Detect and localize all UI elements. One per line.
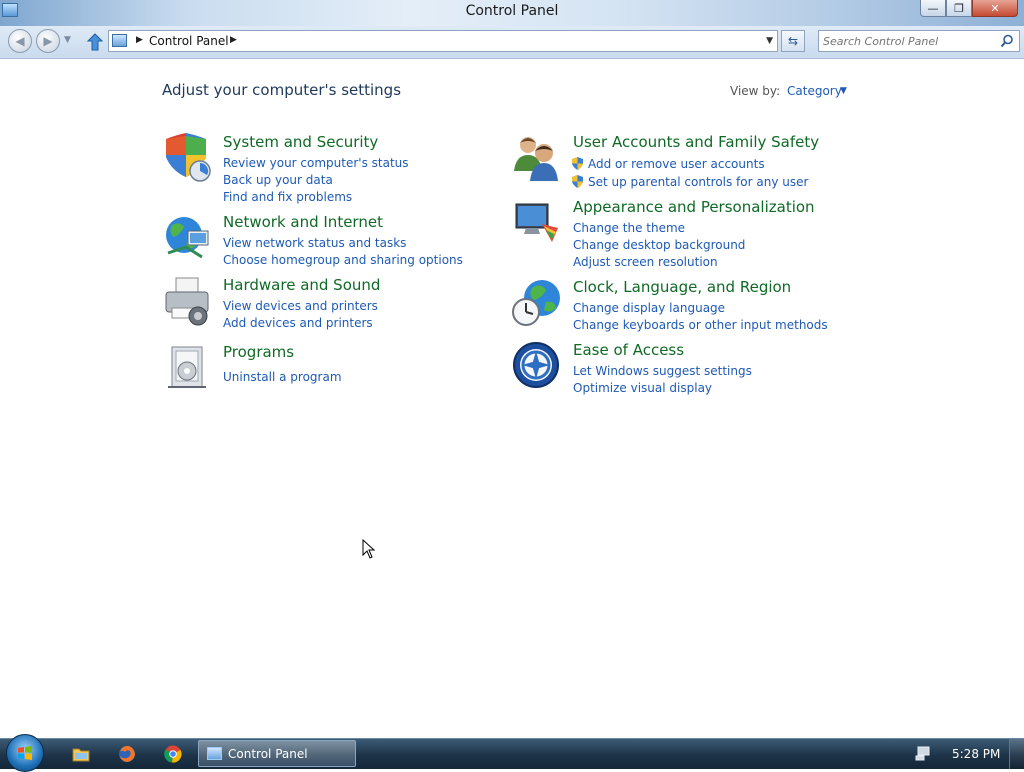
category-links: Change display language Change keyboards… [573, 300, 828, 334]
link-review-status[interactable]: Review your computer's status [223, 155, 409, 172]
clock-globe-icon [512, 280, 560, 326]
link-add-devices[interactable]: Add devices and printers [223, 315, 378, 332]
link-homegroup-sharing[interactable]: Choose homegroup and sharing options [223, 252, 463, 269]
file-explorer-icon[interactable] [71, 744, 91, 764]
category-links: Let Windows suggest settings Optimize vi… [573, 363, 752, 397]
ease-of-access-icon [513, 342, 559, 388]
chrome-icon[interactable] [163, 744, 183, 764]
view-by-dropdown[interactable]: Category [787, 84, 842, 98]
window-title: Control Panel [465, 3, 559, 19]
category-title[interactable]: System and Security [223, 133, 378, 151]
control-panel-icon [112, 34, 127, 47]
show-desktop-button[interactable] [1009, 739, 1024, 769]
category-links: Add or remove user accounts Set up paren… [572, 155, 808, 191]
start-button[interactable] [6, 734, 44, 772]
breadcrumb-control-panel[interactable]: Control Panel [149, 34, 229, 48]
category-title[interactable]: Programs [223, 343, 294, 361]
link-label: Add or remove user accounts [588, 157, 765, 171]
link-uninstall-program[interactable]: Uninstall a program [223, 369, 342, 386]
search-icon[interactable] [1000, 34, 1014, 48]
page-heading: Adjust your computer's settings [162, 81, 402, 99]
network-tray-icon[interactable] [915, 746, 931, 761]
category-links: Change the theme Change desktop backgrou… [573, 220, 745, 271]
category-links: View devices and printers Add devices an… [223, 298, 378, 332]
link-windows-suggest[interactable]: Let Windows suggest settings [573, 363, 752, 380]
printer-icon [165, 277, 209, 326]
uac-shield-icon [572, 175, 583, 188]
category-links: View network status and tasks Choose hom… [223, 235, 463, 269]
taskbar-control-panel-button[interactable]: Control Panel [198, 740, 356, 767]
programs-icon [168, 346, 206, 388]
link-change-background[interactable]: Change desktop background [573, 237, 745, 254]
category-title[interactable]: Clock, Language, and Region [573, 278, 791, 296]
link-view-devices[interactable]: View devices and printers [223, 298, 378, 315]
recent-pages-dropdown-icon[interactable]: ▼ [64, 35, 71, 45]
breadcrumb-separator-icon[interactable]: ▶ [136, 35, 143, 45]
content-area: Adjust your computer's settings View by:… [0, 59, 1024, 737]
appearance-icon [515, 203, 558, 242]
category-links: Uninstall a program [223, 365, 342, 386]
link-add-remove-users[interactable]: Add or remove user accounts [572, 155, 808, 173]
close-button[interactable]: ✕ [972, 0, 1018, 17]
forward-button[interactable]: ▶ [36, 29, 60, 53]
category-title[interactable]: User Accounts and Family Safety [573, 133, 819, 151]
users-icon [514, 137, 558, 181]
control-panel-icon [207, 747, 222, 760]
link-network-status[interactable]: View network status and tasks [223, 235, 463, 252]
address-dropdown-icon[interactable]: ▼ [766, 36, 773, 46]
maximize-button[interactable]: ❐ [946, 0, 972, 17]
window-controls: — ❐ ✕ [920, 0, 1018, 18]
windows-logo-icon [18, 746, 32, 760]
category-title[interactable]: Network and Internet [223, 213, 383, 231]
link-find-fix-problems[interactable]: Find and fix problems [223, 189, 409, 206]
link-back-up-data[interactable]: Back up your data [223, 172, 409, 189]
uac-shield-icon [572, 157, 583, 170]
taskbar-clock[interactable]: 5:28 PM [952, 747, 1000, 761]
taskbar: Control Panel 5:28 PM [0, 734, 1024, 772]
category-title[interactable]: Ease of Access [573, 341, 684, 359]
link-optimize-visual[interactable]: Optimize visual display [573, 380, 752, 397]
up-arrow-icon[interactable] [87, 33, 103, 51]
link-screen-resolution[interactable]: Adjust screen resolution [573, 254, 745, 271]
navigation-bar: ◀ ▶ ▼ ▶ Control Panel ▶ ▼ ⇆ [0, 26, 1024, 59]
address-bar[interactable]: ▶ Control Panel ▶ ▼ [108, 30, 778, 52]
link-keyboards-input[interactable]: Change keyboards or other input methods [573, 317, 828, 334]
mouse-cursor-icon [362, 539, 376, 559]
view-by-label: View by: [730, 84, 781, 98]
minimize-button[interactable]: — [920, 0, 946, 17]
taskbar-button-label: Control Panel [228, 747, 308, 761]
category-title[interactable]: Hardware and Sound [223, 276, 380, 294]
category-title[interactable]: Appearance and Personalization [573, 198, 815, 216]
search-input[interactable] [823, 33, 993, 49]
refresh-button[interactable]: ⇆ [781, 30, 805, 52]
chevron-down-icon[interactable]: ▼ [840, 86, 847, 96]
shield-icon [166, 133, 211, 182]
link-label: Set up parental controls for any user [588, 175, 809, 189]
search-box[interactable] [818, 30, 1020, 52]
link-change-theme[interactable]: Change the theme [573, 220, 745, 237]
link-display-language[interactable]: Change display language [573, 300, 828, 317]
title-bar[interactable]: Control Panel — ❐ ✕ [0, 0, 1024, 26]
firefox-icon[interactable] [117, 744, 137, 764]
network-globe-icon [166, 217, 209, 259]
back-button[interactable]: ◀ [8, 29, 32, 53]
link-parental-controls[interactable]: Set up parental controls for any user [572, 173, 808, 191]
breadcrumb-separator-icon[interactable]: ▶ [230, 35, 237, 45]
category-links: Review your computer's status Back up yo… [223, 155, 409, 206]
